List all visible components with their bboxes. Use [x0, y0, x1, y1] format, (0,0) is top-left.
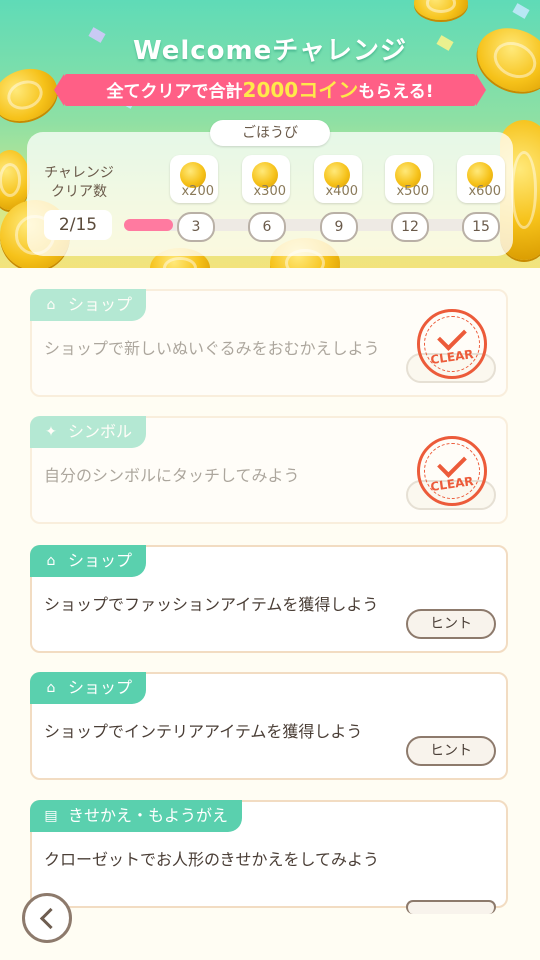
reward-quantity: x300 [253, 184, 286, 199]
category-tag: ⌂ ショップ [30, 289, 147, 321]
clear-stamp-text: CLEAR [429, 474, 475, 494]
banner-text-suffix: もらえる! [358, 82, 434, 102]
chevron-left-icon [39, 907, 62, 930]
category-tag: ✦ シンボル [30, 416, 147, 448]
category-tag: ⌂ ショップ [30, 672, 147, 704]
clear-stamp: CLEAR [417, 309, 487, 379]
category-label: ショップ [68, 678, 133, 697]
reward-quantity: x200 [181, 184, 214, 199]
progress-step: 6 [248, 212, 286, 242]
reward-banner: 全てクリアで合計2000コインもらえる! [54, 74, 486, 106]
clear-stamp: CLEAR [417, 436, 487, 506]
reward-quantity: x600 [468, 184, 501, 199]
category-label: きせかえ・もようがえ [68, 806, 229, 825]
challenge-text: クローゼットでお人形のきせかえをしてみよう [44, 850, 380, 869]
reward-item: x500 [385, 155, 433, 203]
reward-item: x200 [170, 155, 218, 203]
hint-button[interactable]: ヒント [406, 609, 496, 639]
reward-quantity: x500 [396, 184, 429, 199]
category-label: シンボル [68, 422, 133, 441]
progress-label-line: チャレンジ [44, 165, 114, 181]
progress-fill [124, 219, 173, 231]
category-tag: ▤ きせかえ・もようがえ [30, 800, 243, 832]
category-label: ショップ [68, 551, 133, 570]
page-title: Welcomeチャレンジ [132, 36, 408, 66]
sparkle-icon: ✦ [45, 424, 57, 440]
progress-step: 12 [391, 212, 429, 242]
category-label: ショップ [68, 295, 133, 314]
reward-item: x400 [314, 155, 362, 203]
banner-text: 全てクリアで合計 [106, 82, 243, 102]
confetti [512, 3, 530, 19]
progress-step: 3 [177, 212, 215, 242]
challenge-text: 自分のシンボルにタッチしてみよう [44, 466, 300, 485]
reward-item: x300 [242, 155, 290, 203]
hint-button[interactable]: ヒント [406, 736, 496, 766]
coin-decoration [414, 0, 468, 20]
clear-stamp-text: CLEAR [429, 347, 475, 367]
challenge-text: ショップでファッションアイテムを獲得しよう [44, 595, 379, 614]
progress-step: 15 [462, 212, 500, 242]
challenge-text: ショップでインテリアアイテムを獲得しよう [44, 722, 363, 741]
shop-icon: ⌂ [46, 297, 56, 313]
reward-quantity: x400 [325, 184, 358, 199]
shop-icon: ⌂ [46, 680, 56, 696]
reward-item: x600 [457, 155, 505, 203]
progress-label: チャレンジ クリア数 [36, 164, 122, 202]
reward-label: ごほうび [210, 120, 330, 146]
challenge-card: ⌂ ショップショップでファッションアイテムを獲得しようヒント [30, 545, 508, 653]
category-tag: ⌂ ショップ [30, 545, 147, 577]
banner-amount: 2000コイン [242, 78, 359, 102]
clear-count: 2/15 [44, 210, 112, 240]
progress-step: 9 [320, 212, 358, 242]
check-icon [437, 321, 467, 351]
shop-icon: ⌂ [46, 553, 56, 569]
challenge-text: ショップで新しいぬいぐるみをおむかえしよう [44, 339, 380, 358]
challenge-card: ⌂ ショップショップでインテリアアイテムを獲得しようヒント [30, 672, 508, 780]
closet-icon: ▤ [44, 808, 58, 824]
progress-label-line: クリア数 [51, 184, 107, 200]
challenge-card: ▤ きせかえ・もようがえクローゼットでお人形のきせかえをしてみよう [30, 800, 508, 914]
hint-button[interactable] [406, 900, 496, 914]
check-icon [437, 448, 467, 478]
back-button[interactable] [22, 893, 72, 943]
